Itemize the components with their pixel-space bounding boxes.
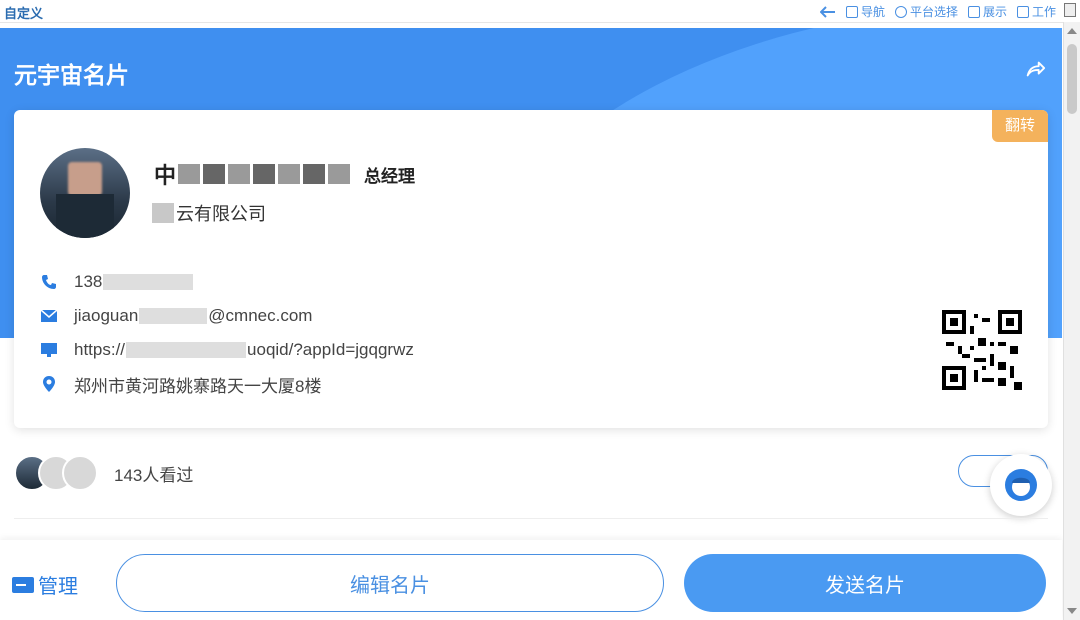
address-text: 郑州市黄河路姚寨路天一大厦8楼 bbox=[74, 376, 322, 396]
nav-icon bbox=[845, 5, 858, 18]
page-title: 自定义 bbox=[4, 6, 44, 21]
scroll-thumb[interactable] bbox=[1067, 44, 1077, 114]
email-prefix: jiaoguan bbox=[74, 306, 139, 325]
name-mosaic bbox=[178, 164, 351, 184]
tool-display-label: 展示 bbox=[982, 5, 1007, 19]
toolbar: 导航 平台选择 展示 工作 bbox=[819, 3, 1056, 20]
mail-icon bbox=[40, 307, 58, 325]
tool-platform-label: 平台选择 bbox=[909, 5, 958, 19]
viewer-avatar bbox=[62, 455, 98, 491]
location-icon bbox=[40, 375, 58, 393]
customer-service-button[interactable] bbox=[990, 454, 1052, 516]
manage-icon bbox=[12, 576, 34, 593]
company-text: 云有限公司 bbox=[176, 204, 266, 224]
manage-button[interactable]: 管理 bbox=[12, 570, 78, 599]
document-icon[interactable] bbox=[1064, 3, 1076, 17]
company-row: 云有限公司 bbox=[152, 200, 266, 226]
scroll-down-icon[interactable] bbox=[1067, 608, 1077, 614]
tool-platform[interactable]: 平台选择 bbox=[894, 3, 958, 20]
phone-icon bbox=[40, 273, 58, 291]
contact-address[interactable]: 郑州市黄河路姚寨路天一大厦8楼 bbox=[40, 367, 414, 401]
contact-phone[interactable]: 138 bbox=[40, 265, 414, 299]
name-text: 中 bbox=[154, 163, 177, 188]
avatar bbox=[40, 148, 130, 238]
tool-display[interactable]: 展示 bbox=[967, 3, 1007, 20]
customer-service-icon bbox=[1005, 469, 1037, 501]
share-icon[interactable] bbox=[1024, 58, 1046, 80]
company-mosaic bbox=[152, 203, 174, 223]
tool-nav-label: 导航 bbox=[860, 5, 885, 19]
manage-label: 管理 bbox=[38, 576, 78, 598]
viewers-row: 143人看过 bbox=[14, 455, 1048, 491]
phone-mosaic bbox=[103, 274, 194, 290]
website-mosaic bbox=[126, 342, 247, 358]
top-bar: 自定义 导航 平台选择 展示 工作 bbox=[0, 0, 1080, 23]
bottom-bar: 管理 编辑名片 发送名片 bbox=[0, 540, 1062, 620]
flip-button[interactable]: 翻转 bbox=[992, 110, 1048, 142]
avatar-face-mosaic bbox=[68, 162, 102, 196]
edit-icon bbox=[1016, 5, 1029, 18]
scroll-up-icon[interactable] bbox=[1067, 28, 1077, 34]
divider bbox=[14, 518, 1048, 519]
qr-code-icon bbox=[942, 310, 1022, 390]
avatar-suit bbox=[56, 194, 114, 238]
website-suffix: uoqid/?appId=jgqgrwz bbox=[247, 340, 414, 359]
display-icon bbox=[967, 5, 980, 18]
contact-email[interactable]: jiaoguan @cmnec.com bbox=[40, 299, 414, 333]
email-mosaic bbox=[139, 308, 208, 324]
business-card: 翻转 中 总经理 云有限公司 138 jiaoguan @cmnec.com h… bbox=[14, 110, 1048, 428]
monitor-icon bbox=[40, 341, 58, 359]
back-arrow-icon[interactable] bbox=[819, 5, 836, 18]
edit-card-button[interactable]: 编辑名片 bbox=[116, 554, 664, 612]
scrollbar[interactable] bbox=[1063, 22, 1080, 620]
name-row: 中 总经理 bbox=[154, 158, 415, 190]
tool-work[interactable]: 工作 bbox=[1016, 3, 1056, 20]
send-card-button[interactable]: 发送名片 bbox=[684, 554, 1046, 612]
contact-list: 138 jiaoguan @cmnec.com https:// uoqid/?… bbox=[40, 265, 414, 401]
tool-work-label: 工作 bbox=[1031, 5, 1056, 19]
tool-nav[interactable]: 导航 bbox=[845, 3, 885, 20]
refresh-icon bbox=[894, 5, 907, 18]
email-suffix: @cmnec.com bbox=[208, 306, 313, 325]
role-text: 总经理 bbox=[364, 166, 416, 186]
phone-text: 138 bbox=[74, 272, 103, 291]
contact-website[interactable]: https:// uoqid/?appId=jgqgrwz bbox=[40, 333, 414, 367]
website-prefix: https:// bbox=[74, 340, 126, 359]
viewer-count: 143人看过 bbox=[114, 465, 194, 485]
header-title: 元宇宙名片 bbox=[14, 62, 129, 88]
